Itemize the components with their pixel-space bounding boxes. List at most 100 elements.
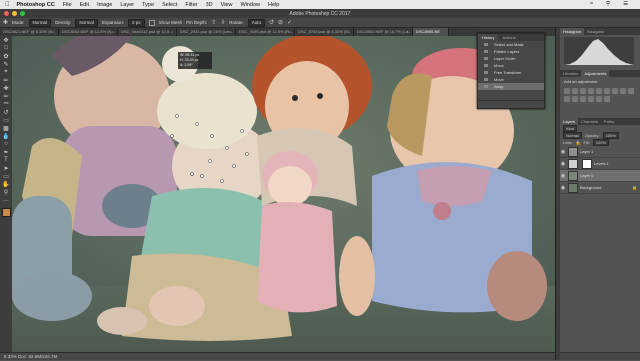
menu-3d[interactable]: 3D [206,2,213,8]
rotate-select[interactable]: Auto [247,18,265,27]
close-tab-icon[interactable]: × [53,28,55,36]
visibility-eye-icon[interactable]: ◉ [560,185,566,191]
menu-view[interactable]: View [221,2,233,8]
menu-file[interactable]: File [63,2,72,8]
tab-channels[interactable]: Channels [578,118,601,125]
vibrance-icon[interactable] [596,88,602,94]
marquee-tool-icon[interactable]: □ [0,44,12,52]
tab-history[interactable]: History [478,34,499,41]
tab-actions[interactable]: Actions [498,34,519,41]
doc-tab-active[interactable]: DSC8955.NE [413,28,449,36]
doc-tab[interactable]: DSC_0isn0112.psd @ 12.5... × [118,28,177,36]
tab-layers[interactable]: Layers [560,118,579,125]
color-balance-icon[interactable] [612,88,618,94]
tab-navigator[interactable]: Navigator [584,28,607,35]
close-tab-icon[interactable]: × [171,28,173,36]
search-icon[interactable]: ⚲ [606,1,610,7]
foreground-color-swatch[interactable] [2,208,11,217]
opacity-input[interactable]: 100% [602,132,619,139]
layer-filter-kind[interactable]: Kind [563,125,578,132]
cancel-icon[interactable]: ⊘ [278,19,283,26]
layer-row[interactable]: ◉ Background 🔒 [560,182,640,194]
menu-help[interactable]: Help [268,2,279,8]
threshold-icon[interactable] [596,96,602,102]
history-item[interactable]: Move [478,62,544,69]
tab-libraries[interactable]: Libraries [560,70,581,77]
layer-row-selected[interactable]: ◉ Layer 0 [560,170,640,182]
mode-select[interactable]: Normal [28,18,52,27]
tab-paths[interactable]: Paths [601,118,617,125]
type-tool-icon[interactable]: T [0,156,12,164]
doc-tab[interactable]: DSC8951.NEF @ 16.7% (La... × [354,28,413,36]
blur-tool-icon[interactable]: 💧 [0,132,12,140]
history-item[interactable]: Select and Mask [478,41,544,48]
gradient-tool-icon[interactable]: ▩ [0,124,12,132]
channel-mixer-icon[interactable] [564,96,570,102]
reset-icon[interactable]: ↺ [269,19,274,26]
hand-tool-icon[interactable]: ✋ [0,180,12,188]
posterize-icon[interactable] [588,96,594,102]
move-tool-icon[interactable]: ✥ [0,36,12,44]
zoom-window-icon[interactable] [20,11,25,16]
path-select-tool-icon[interactable]: ➤ [0,164,12,172]
menu-type[interactable]: Type [142,2,154,8]
show-mesh-checkbox[interactable] [148,19,155,26]
history-item[interactable]: Flatten Layers [478,48,544,55]
healing-tool-icon[interactable]: ✚ [0,84,12,92]
crop-tool-icon[interactable]: ⌖ [0,68,12,76]
menu-image[interactable]: Image [97,2,112,8]
document-canvas[interactable]: W: 55.31 px H: 33.33 px A: 2.59° [12,36,555,352]
menu-window[interactable]: Window [240,2,260,8]
puppet-warp-icon[interactable]: ✚ [3,19,8,26]
history-item-selected[interactable]: Warp [478,83,544,90]
pen-tool-icon[interactable]: ✒ [0,148,12,156]
layer-row[interactable]: ◉ Levels 1 [560,158,640,170]
photo-filter-icon[interactable] [628,88,634,94]
close-tab-icon[interactable]: × [230,28,232,36]
lock-icon[interactable]: 🔒 [576,140,581,145]
exposure-icon[interactable] [588,88,594,94]
gradient-map-icon[interactable] [604,96,610,102]
layer-row[interactable]: ◉ Layer 1 [560,146,640,158]
quick-select-tool-icon[interactable]: ✎ [0,60,12,68]
brush-tool-icon[interactable]: ✏ [0,92,12,100]
photo-canvas-image[interactable] [12,36,555,352]
doc-tab[interactable]: DSC_5784.psd @ 8.33% (B... × [295,28,354,36]
invert-icon[interactable] [580,96,586,102]
eraser-tool-icon[interactable]: ▭ [0,116,12,124]
shape-tool-icon[interactable]: ▭ [0,172,12,180]
close-window-icon[interactable] [4,11,9,16]
pin-backward-icon[interactable]: ⇩ [220,19,225,26]
menu-select[interactable]: Select [162,2,177,8]
menu-layer[interactable]: Layer [120,2,134,8]
black-white-icon[interactable] [620,88,626,94]
tab-adjustments[interactable]: Adjustments [581,70,610,77]
pin-forward-icon[interactable]: ⇧ [211,19,216,26]
curves-icon[interactable] [580,88,586,94]
visibility-eye-icon[interactable]: ◉ [560,161,566,167]
history-item[interactable]: Layer Order [478,55,544,62]
history-item[interactable]: Free Transform [478,69,544,76]
visibility-eye-icon[interactable]: ◉ [560,149,566,155]
expansion-input[interactable]: 2 px [128,18,145,27]
apple-icon[interactable]:  [5,2,10,8]
more-tools-icon[interactable]: … [0,196,12,204]
app-menu[interactable]: Photoshop CC [17,2,55,8]
brightness-icon[interactable] [564,88,570,94]
history-item[interactable]: Move [478,76,544,83]
color-lookup-icon[interactable] [572,96,578,102]
doc-tab[interactable]: DSC_4446.psd @ 12.5% (R... × [236,28,295,36]
doc-tab[interactable]: DSC8002.NEF @ 12.5% (N... × [59,28,118,36]
doc-tab[interactable]: DSC_2931.psd @ 25% (Lev... × [177,28,236,36]
levels-icon[interactable] [572,88,578,94]
hue-saturation-icon[interactable] [604,88,610,94]
menu-filter[interactable]: Filter [185,2,197,8]
close-tab-icon[interactable]: × [112,28,114,36]
blend-mode-select[interactable]: Normal [563,132,582,139]
commit-icon[interactable]: ✓ [287,19,292,26]
close-tab-icon[interactable]: × [289,28,291,36]
fill-input[interactable]: 100% [592,139,610,146]
close-tab-icon[interactable]: × [407,28,409,36]
history-brush-tool-icon[interactable]: ↺ [0,108,12,116]
zoom-tool-icon[interactable]: ⚲ [0,188,12,196]
